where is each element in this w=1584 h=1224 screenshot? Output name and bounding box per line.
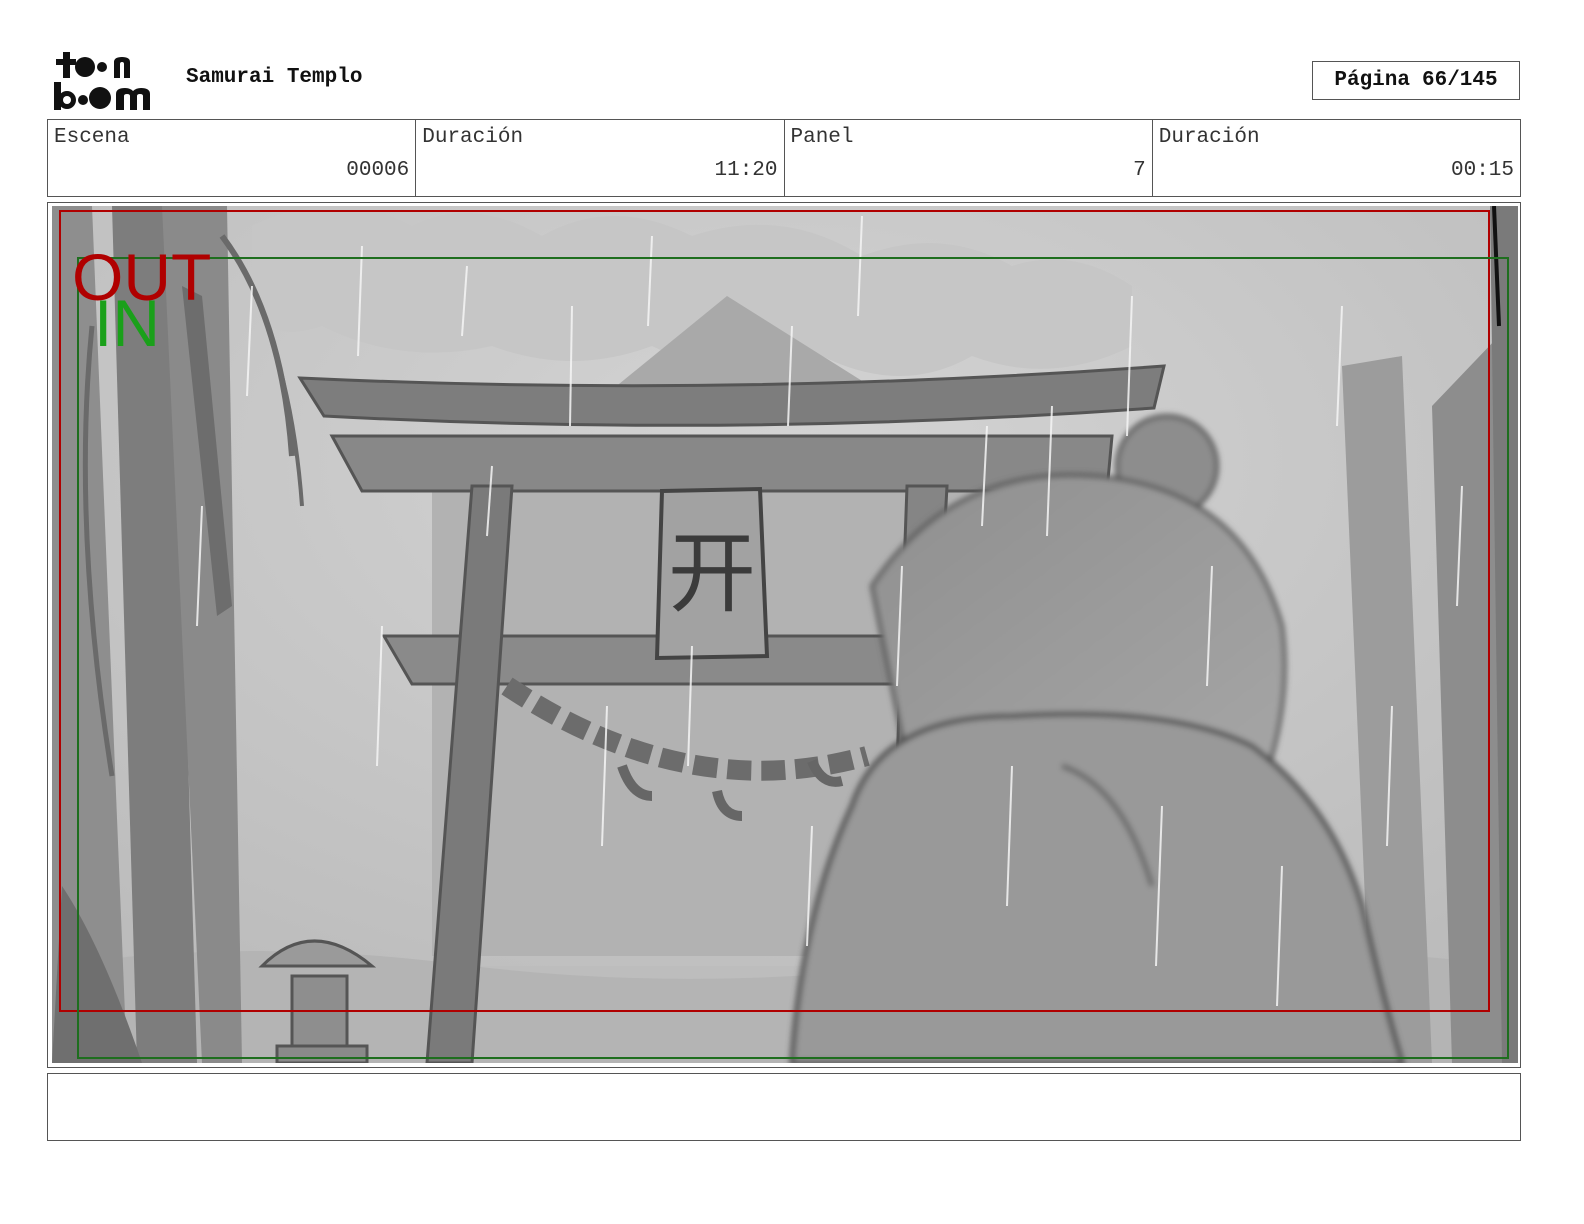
toonboom-logo	[54, 52, 150, 110]
panel-label: Panel	[790, 126, 854, 149]
panel-duration-label: Duración	[1158, 126, 1260, 149]
panel-value: 7	[1133, 159, 1146, 182]
panel-cell: Panel 7	[785, 120, 1153, 196]
scene-value: 00006	[346, 159, 410, 182]
scene-label: Escena	[54, 126, 130, 149]
scene-info-table: Escena 00006 Duración 11:20 Panel 7 Dura…	[47, 119, 1521, 197]
project-title: Samurai Templo	[186, 66, 363, 89]
page-number: 66/145	[1422, 69, 1498, 92]
panel-notes-box[interactable]	[47, 1073, 1521, 1141]
panel-duration-cell: Duración 00:15	[1153, 120, 1520, 196]
torii-sign-glyph: 开	[668, 522, 756, 625]
page-label: Página	[1334, 69, 1410, 92]
scene-duration-cell: Duración 11:20	[416, 120, 785, 196]
storyboard-panel-sketch: 开 OUT IN	[52, 206, 1518, 1063]
in-label: IN	[94, 286, 160, 360]
scene-duration-label: Duración	[422, 126, 524, 149]
scene-cell: Escena 00006	[48, 120, 417, 196]
scene-duration-value: 11:20	[714, 159, 778, 182]
panel-duration-value: 00:15	[1450, 159, 1514, 182]
page-indicator: Página 66/145	[1312, 61, 1520, 100]
